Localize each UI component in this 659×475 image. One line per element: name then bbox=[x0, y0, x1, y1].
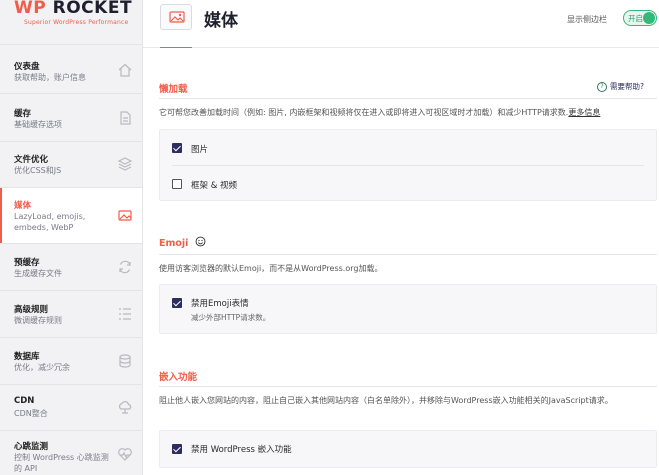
sidebar-item-sub: 优化，减少冗余 bbox=[14, 363, 70, 372]
sidebar-item-sub: 基础缓存选项 bbox=[14, 120, 62, 129]
embeds-options-panel: 禁用 WordPress 嵌入功能 bbox=[159, 430, 657, 468]
header-divider bbox=[143, 47, 659, 48]
section-divider bbox=[159, 98, 657, 99]
sidebar-item-sub: CDN整合 bbox=[14, 409, 48, 418]
embeds-section-title: 嵌入功能 bbox=[159, 372, 198, 383]
option-row-disable-embeds[interactable]: 禁用 WordPress 嵌入功能 bbox=[160, 431, 656, 469]
sidebar-item-advanced-rules[interactable]: 高级规则 微调缓存规则 bbox=[0, 290, 142, 337]
section-divider bbox=[159, 254, 657, 255]
sidebar-item-sub: 控制 WordPress 心跳监测的 API bbox=[14, 453, 109, 473]
sidebar-item-sub: LazyLoad, emojis, embeds, WebP bbox=[14, 212, 86, 232]
sidebar-item-title: CDN bbox=[14, 396, 35, 406]
disable-emoji-checkbox[interactable] bbox=[172, 298, 182, 308]
heartbeat-icon bbox=[118, 448, 132, 461]
sidebar-item-sub: 优化CSS和JS bbox=[14, 166, 62, 175]
embeds-description: 阻止他人嵌入您网站的内容，阻止自己嵌入其他网站内容（白名单除外），并移除与Wor… bbox=[159, 396, 613, 405]
sidebar-item-database[interactable]: 数据库 优化，减少冗余 bbox=[0, 337, 142, 384]
logo-text: WP ROCKET bbox=[14, 0, 133, 18]
disable-embeds-label: 禁用 WordPress 嵌入功能 bbox=[191, 445, 292, 455]
lazyload-options-panel: 图片 框架 & 视频 bbox=[159, 129, 657, 201]
disable-embeds-checkbox[interactable] bbox=[172, 444, 182, 454]
sidebar-item-preload[interactable]: 预缓存 生成缓存文件 bbox=[0, 243, 142, 290]
sidebar-item-dashboard[interactable]: 仪表盘 获取帮助，账户信息 bbox=[0, 44, 142, 93]
refresh-icon bbox=[119, 260, 131, 274]
database-icon bbox=[119, 354, 131, 368]
sidebar-item-title: 高级规则 bbox=[14, 305, 49, 315]
help-link[interactable]: ? 需要帮助? bbox=[597, 81, 644, 92]
iframes-videos-checkbox[interactable] bbox=[172, 179, 182, 189]
more-info-link[interactable]: 更多信息 bbox=[568, 108, 600, 117]
sidebar-item-title: 媒体 bbox=[14, 201, 32, 211]
sidebar-item-sub: 微调缓存规则 bbox=[14, 316, 62, 325]
sidebar-item-cdn[interactable]: CDN CDN整合 bbox=[0, 384, 142, 430]
lazyload-description: 它可帮您改善加载时间（例如: 图片, 内嵌框架和视频将仅在进入或即将进入可视区域… bbox=[159, 108, 601, 117]
file-icon bbox=[120, 111, 131, 125]
toggle-state-label: 开启 bbox=[628, 14, 643, 23]
layers-icon bbox=[117, 157, 133, 171]
wp-rocket-logo[interactable]: WP ROCKET Superior WordPress Performance bbox=[0, 0, 142, 44]
cdn-icon bbox=[118, 401, 132, 414]
lazyload-section-title: 懒加载 bbox=[159, 84, 188, 95]
images-checkbox[interactable] bbox=[172, 143, 182, 153]
main-content: 媒体 显示侧边栏 开启 懒加载 ? 需要帮助? 它可帮您改善加载时间（例如: 图片… bbox=[143, 0, 659, 475]
sidebar-item-sub: 获取帮助，账户信息 bbox=[14, 73, 86, 82]
emoji-description: 使用访客浏览器的默认Emoji，而不是从WordPress.org加载。 bbox=[159, 264, 383, 273]
toggle-knob bbox=[643, 12, 655, 24]
sidebar-item-title: 数据库 bbox=[14, 352, 40, 362]
sidebar-item-title: 预缓存 bbox=[14, 258, 40, 268]
emoji-options-panel: 禁用Emoji表情 减少外部HTTP请求数。 bbox=[159, 284, 657, 334]
option-row-disable-emoji[interactable]: 禁用Emoji表情 减少外部HTTP请求数。 bbox=[160, 285, 656, 335]
help-label: 需要帮助? bbox=[610, 82, 644, 91]
sidebar: WP ROCKET Superior WordPress Performance… bbox=[0, 0, 143, 475]
sidebar-item-sub: 生成缓存文件 bbox=[14, 269, 62, 278]
media-icon bbox=[169, 11, 185, 23]
sidebar-item-title: 心跳监测 bbox=[14, 442, 49, 452]
sidebar-item-title: 仪表盘 bbox=[14, 62, 40, 72]
sidebar-item-cache[interactable]: 缓存 基础缓存选项 bbox=[0, 93, 142, 141]
list-icon bbox=[119, 308, 131, 320]
emoji-icon bbox=[195, 236, 206, 247]
sidebar-item-title: 文件优化 bbox=[14, 155, 49, 165]
section-divider bbox=[159, 386, 657, 387]
help-icon: ? bbox=[597, 82, 607, 92]
media-icon bbox=[118, 210, 132, 221]
logo-tagline: Superior WordPress Performance bbox=[24, 19, 129, 26]
sidebar-item-media[interactable]: 媒体 LazyLoad, emojis, embeds, WebP bbox=[0, 187, 142, 243]
emoji-section-title: Emoji bbox=[159, 236, 206, 249]
disable-emoji-sub: 减少外部HTTP请求数。 bbox=[191, 313, 271, 322]
show-sidebar-toggle[interactable]: 开启 bbox=[623, 10, 657, 26]
sidebar-item-title: 缓存 bbox=[14, 109, 32, 119]
option-row-images[interactable]: 图片 bbox=[160, 130, 656, 166]
sidebar-item-heartbeat[interactable]: 心跳监测 控制 WordPress 心跳监测的 API bbox=[0, 430, 142, 475]
page-media-icon bbox=[160, 4, 192, 30]
show-sidebar-label: 显示侧边栏 bbox=[567, 15, 607, 24]
iframes-videos-label: 框架 & 视频 bbox=[191, 181, 238, 191]
page-title: 媒体 bbox=[204, 11, 238, 31]
option-row-iframes[interactable]: 框架 & 视频 bbox=[160, 166, 656, 202]
home-icon bbox=[118, 63, 132, 77]
disable-emoji-label: 禁用Emoji表情 bbox=[191, 299, 249, 309]
title-accent-line bbox=[160, 47, 192, 48]
sidebar-item-file-optimization[interactable]: 文件优化 优化CSS和JS bbox=[0, 141, 142, 187]
images-label: 图片 bbox=[191, 145, 209, 155]
